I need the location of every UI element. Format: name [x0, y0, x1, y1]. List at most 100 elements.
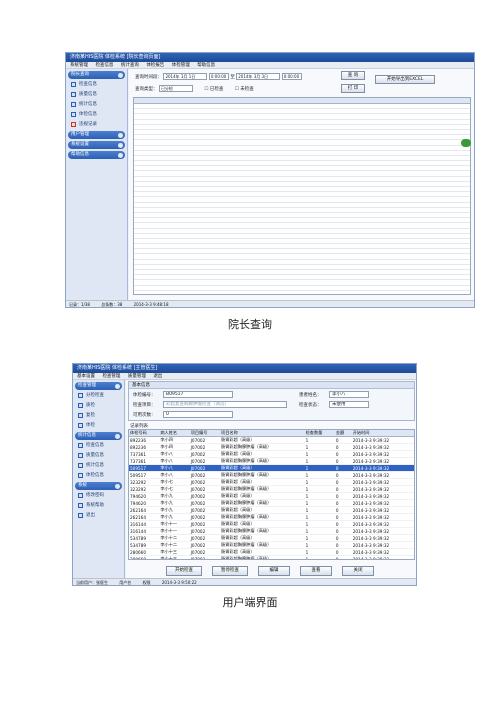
table-cell: 2014-3-3 9:39:32 — [351, 478, 414, 486]
table-cell: 肠胃彩超（高级） — [220, 450, 305, 458]
print-button[interactable]: 打 印 — [341, 84, 365, 93]
edit-button[interactable]: 编辑 — [258, 566, 290, 576]
date-from-input[interactable]: 2014年 3月 1日 — [163, 73, 208, 80]
menu-item[interactable]: 检查信息 — [95, 63, 113, 68]
table-row[interactable]: 737361 李小八 J07002 肠胃彩超胸腺肿瘤（高级） 1 0 2014-3-3 9:… — [129, 457, 414, 465]
sidebar-section-settings[interactable]: 系统设置 — [68, 141, 125, 149]
view-button[interactable]: 查看 — [300, 566, 332, 576]
menu-item[interactable]: 基本设置 — [77, 374, 95, 379]
table-row[interactable]: 323292 李小七 J07002 肠胃彩超胸腺肿瘤（高级） 1 0 2014-3-3 9:… — [129, 485, 414, 493]
sidebar-item-check-info[interactable]: 检查信息 — [70, 80, 123, 89]
table-row[interactable]: 534789 李小十二 J07002 肠胃彩超胸腺肿瘤（高级） 1 0 2014-3-3 9… — [129, 541, 414, 549]
table-row[interactable]: 737361 李小八 J07002 肠胃彩超（高级） 1 0 2014-3-3 9:39:3… — [129, 450, 414, 458]
sidebar-item-qc[interactable]: 质检 — [77, 401, 120, 410]
record-table[interactable]: 体检号码 病人姓名 项目编号 项目名称 检查数量 金额 开始时间 892236 李… — [128, 429, 415, 560]
table-cell: 316144 — [129, 527, 160, 535]
sidebar-item-password[interactable]: 修改密码 — [77, 491, 120, 500]
sidebar-section-help[interactable]: 帮助信息 — [68, 151, 125, 159]
sidebar-item-exam-info[interactable]: 体检信息 — [70, 110, 123, 119]
table-cell: 肠胃彩超（高级） — [220, 492, 305, 500]
sidebar-item-check-info[interactable]: 检查信息 — [77, 441, 120, 450]
table-row[interactable]: 892236 李小四 J07002 肠胃彩超（高级） 1 0 2014-3-3 9:39:3… — [129, 436, 414, 444]
exam-item-input[interactable]: 彩超复查胸腺肿瘤检查（请选） — [163, 401, 287, 408]
available-count-input[interactable]: 0 — [163, 411, 233, 418]
table-row[interactable]: 262164 李小九 J07002 肠胃彩超（高级） 1 0 2014-3-3 9:39:3… — [129, 506, 414, 514]
table-cell: 1 — [304, 478, 335, 486]
exam-number-input[interactable]: B09517 — [163, 391, 233, 398]
query-button[interactable]: 查 询 — [341, 71, 365, 80]
sidebar-item-quality-info[interactable]: 质量信息 — [77, 451, 120, 460]
sidebar-section-system[interactable]: 系统 — [75, 482, 122, 490]
table-cell: 李小四 — [159, 443, 190, 451]
menu-bar: 基本设置 检查管理 质量管理 退出 — [73, 373, 416, 380]
time-to-input[interactable]: 0:00:00 — [281, 73, 302, 80]
sidebar-section-stats[interactable]: 统计信息 — [75, 432, 122, 440]
table-cell: 肠胃彩超胸腺肿瘤（高级） — [220, 457, 305, 465]
sidebar-item-exam-info[interactable]: 体检信息 — [77, 471, 120, 480]
table-cell: 0 — [334, 485, 352, 493]
export-excel-button[interactable]: 开始导出到EXCEL — [375, 75, 435, 84]
table-row[interactable]: 509517 李小八 J07002 肠胃彩超胸腺肿瘤（高级） 1 0 2014-3-3 9:… — [129, 471, 414, 479]
sidebar-section-users[interactable]: 用户管理 — [68, 131, 125, 139]
table-cell: 肠胃彩超胸腺肿瘤（高级） — [220, 499, 305, 507]
type-select[interactable]: 已分检 — [158, 85, 193, 92]
table-cell: 2014-3-3 9:39:32 — [351, 485, 414, 493]
pause-check-button[interactable]: 暂停检查 — [212, 566, 248, 576]
menu-item[interactable]: 系统管理 — [70, 63, 88, 68]
grid-row[interactable] — [134, 286, 470, 291]
table-cell: 李小九 — [159, 499, 190, 507]
table-row[interactable]: 262164 李小九 J07002 肠胃彩超胸腺肿瘤（高级） 1 0 2014-3-3 9:… — [129, 513, 414, 521]
sidebar-item-exit[interactable]: 退出 — [77, 511, 120, 520]
table-row[interactable]: 794620 李小九 J07002 肠胃彩超（高级） 1 0 2014-3-3 9:39:3… — [129, 492, 414, 500]
table-row[interactable]: 892236 李小四 J07002 肠胃彩超胸腺肿瘤（高级） 1 0 2014-3-3 9:… — [129, 443, 414, 451]
sidebar-section-dean[interactable]: 院长查询 — [68, 71, 125, 79]
table-row[interactable]: 280660 李小十三 J07002 肠胃彩超（高级） 1 0 2014-3-3 9:39:… — [129, 548, 414, 556]
table-cell: 0 — [334, 506, 352, 514]
start-check-button[interactable]: 开始检查 — [166, 566, 202, 576]
table-cell: 509517 — [129, 464, 160, 472]
sidebar-item-quality-info[interactable]: 质量信息 — [70, 90, 123, 99]
table-cell: 1 — [304, 534, 335, 542]
table-row[interactable]: 534789 李小十二 J07002 肠胃彩超（高级） 1 0 2014-3-3 9:39:… — [129, 534, 414, 542]
close-button[interactable]: 关闭 — [342, 566, 374, 576]
table-cell: 892236 — [129, 436, 160, 444]
sidebar-item-violations[interactable]: 违规记录 — [70, 120, 123, 129]
table-row[interactable]: 280660 李小十三 J07002 肠胃彩超胸腺肿瘤（高级） 1 0 2014-3-3 9… — [129, 555, 414, 559]
table-cell: 794620 — [129, 492, 160, 500]
results-grid[interactable] — [133, 97, 471, 295]
table-row[interactable]: 323292 李小七 J07002 肠胃彩超（高级） 1 0 2014-3-3 9:39:3… — [129, 478, 414, 486]
sidebar-item-recheck[interactable]: 复检 — [77, 411, 120, 420]
menu-item[interactable]: 检查管理 — [102, 374, 120, 379]
time-from-input[interactable]: 0:00:00 — [208, 73, 229, 80]
menu-item[interactable]: 退出 — [153, 374, 162, 379]
table-cell: 2014-3-3 9:39:32 — [351, 471, 414, 479]
table-row[interactable]: 316144 李小十一 J07002 肠胃彩超（高级） 1 0 2014-3-3 9:39:… — [129, 520, 414, 528]
menu-item[interactable]: 体检管理 — [172, 63, 190, 68]
table-row[interactable]: 509517 李小八 J07002 肠胃彩超（高级） 1 0 2014-3-3 9:39:3… — [129, 464, 414, 472]
check-status-input[interactable]: 未使用 — [329, 401, 369, 408]
table-cell: 2014-3-3 9:39:32 — [351, 534, 414, 542]
table-cell: 李小十三 — [159, 548, 190, 556]
menu-item[interactable]: 体检报告 — [146, 63, 164, 68]
expand-icon — [118, 132, 123, 138]
checkbox-unchecked[interactable]: ☐ 未检查 — [235, 87, 254, 92]
checkbox-checked[interactable]: ☐ 已检查 — [204, 87, 223, 92]
sidebar-item-help[interactable]: 系统帮助 — [77, 501, 120, 510]
table-row[interactable]: 794620 李小九 J07002 肠胃彩超胸腺肿瘤（高级） 1 0 2014-3-3 9:… — [129, 499, 414, 507]
table-cell: 1 — [304, 436, 335, 444]
table-cell: 0 — [334, 520, 352, 528]
menu-item[interactable]: 帮助信息 — [197, 63, 215, 68]
sidebar-item-exam[interactable]: 体检 — [77, 421, 120, 430]
sidebar-item-stats-info[interactable]: 统计信息 — [70, 100, 123, 109]
patient-name-input[interactable]: 李小八 — [329, 391, 369, 398]
table-row[interactable]: 316144 李小十一 J07002 肠胃彩超胸腺肿瘤（高级） 1 0 2014-3-3 9… — [129, 527, 414, 535]
date-to-input[interactable]: 2014年 3月 3日 — [236, 73, 281, 80]
sidebar-item-triage[interactable]: 分检检查 — [77, 391, 120, 400]
menu-item[interactable]: 质量管理 — [128, 374, 146, 379]
scroll-indicator[interactable] — [461, 139, 471, 147]
table-cell: 0 — [334, 499, 352, 507]
sidebar-section-check[interactable]: 检查管理 — [75, 382, 122, 390]
table-cell: 李小十二 — [159, 534, 190, 542]
menu-item[interactable]: 统计查询 — [121, 63, 139, 68]
sidebar-item-stats-info[interactable]: 统计信息 — [77, 461, 120, 470]
